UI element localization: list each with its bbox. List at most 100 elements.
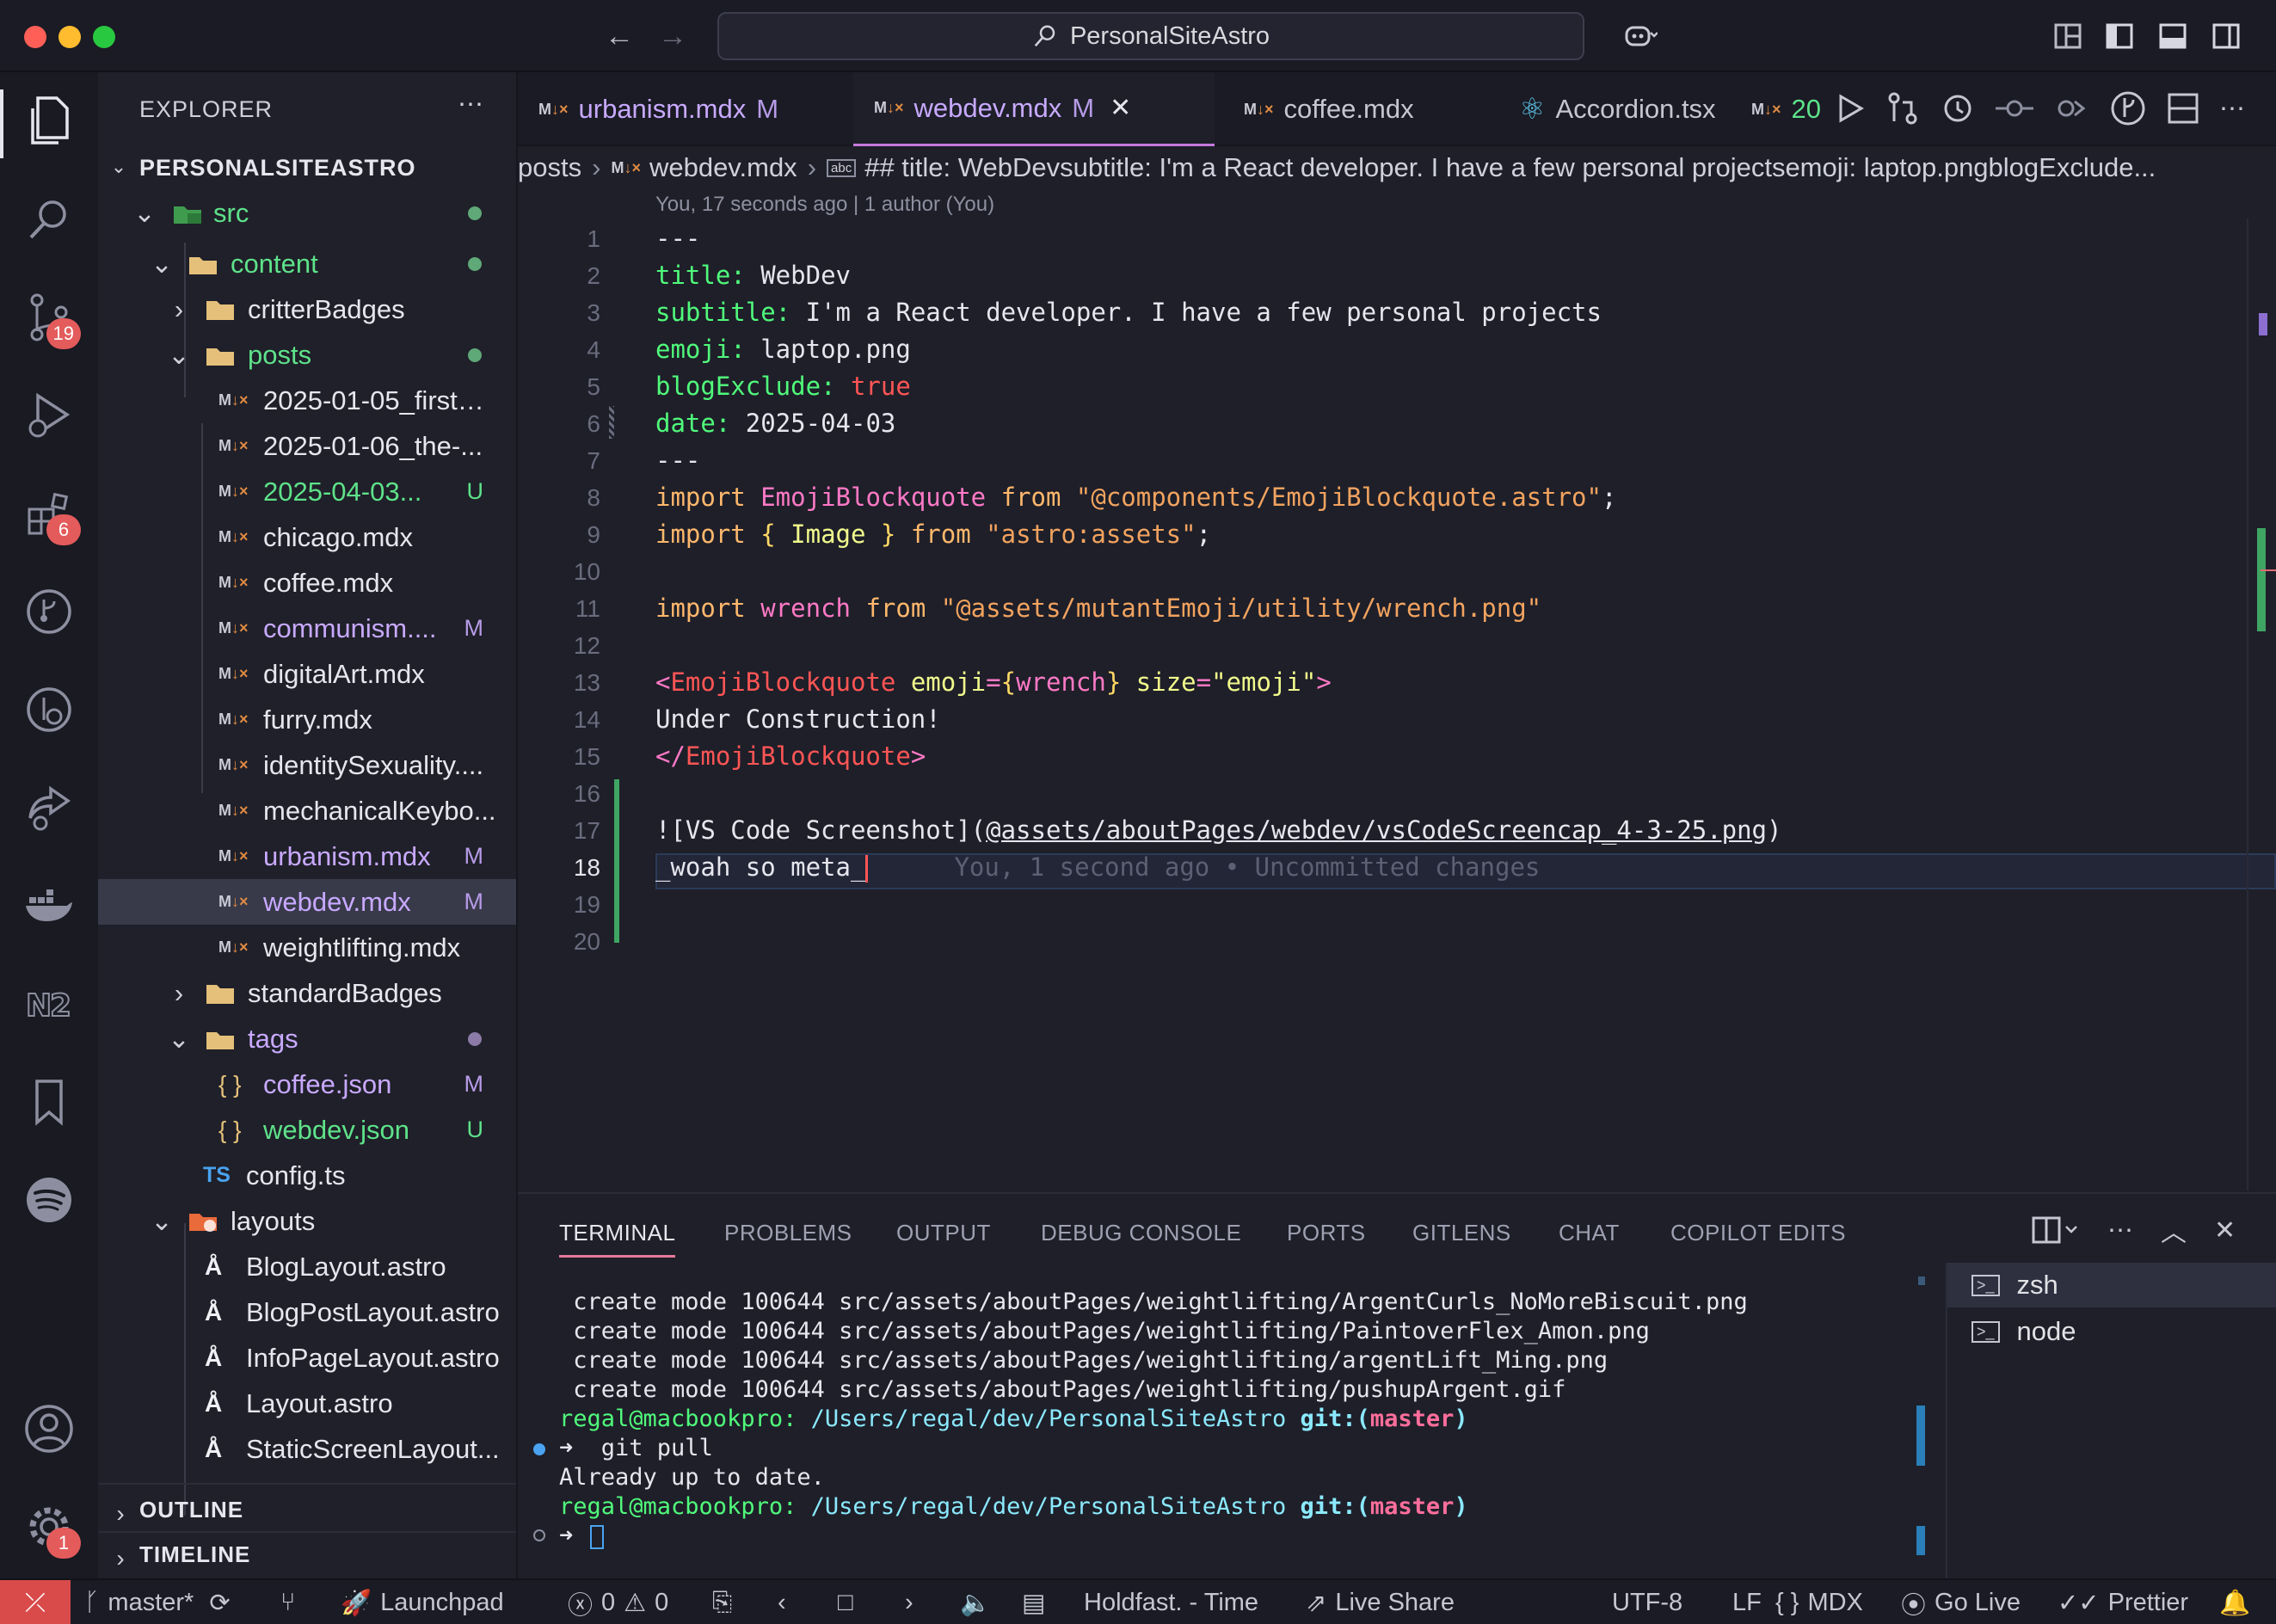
back-arrow-icon[interactable]: ← (602, 19, 637, 53)
toggle-secondary-sidebar-icon[interactable] (2209, 19, 2243, 53)
forward-arrow-icon[interactable]: → (655, 19, 690, 53)
go-live-status[interactable]: ⦿ Go Live (1901, 1580, 2021, 1624)
live-share-status[interactable]: ⇗ Live Share (1306, 1580, 1455, 1624)
tree-file-webdev-json[interactable]: { } webdev.json U (98, 1107, 516, 1153)
bookmarks-icon[interactable] (21, 1073, 77, 1130)
problems-status[interactable]: ⓧ 0 ⚠ 0 (568, 1580, 668, 1624)
nx-console-icon[interactable]: N2 (21, 975, 77, 1032)
tab-problems[interactable]: PROBLEMS (724, 1220, 852, 1246)
tree-file-identitysexuality[interactable]: M↓× identitySexuality.... (98, 742, 516, 788)
close-panel-icon[interactable]: ✕ (2214, 1215, 2236, 1246)
timeline-section[interactable]: TIMELINE (139, 1541, 250, 1568)
tab-webdev[interactable]: M↓× webdev.mdx M ✕ (853, 72, 1215, 146)
search-icon[interactable] (21, 191, 77, 248)
close-tab-icon[interactable]: ✕ (1110, 93, 1131, 123)
encoding-status[interactable]: UTF-8 (1612, 1580, 1682, 1624)
tree-file-weightlifting[interactable]: M↓× weightlifting.mdx (98, 925, 516, 970)
tree-file-bloglayout[interactable]: Å BlogLayout.astro (98, 1244, 516, 1289)
outline-section[interactable]: OUTLINE (139, 1497, 243, 1523)
tree-file-layout[interactable]: Å Layout.astro (98, 1381, 516, 1426)
file-history-icon[interactable] (1939, 91, 1977, 126)
tree-file-communism[interactable]: M↓× communism.... M (98, 606, 516, 651)
split-editor-icon[interactable] (2166, 91, 2200, 126)
previous-track-icon[interactable]: ‹ (778, 1580, 786, 1624)
run-icon[interactable] (1832, 91, 1867, 126)
tree-file-blogpostlayout[interactable]: Å BlogPostLayout.astro (98, 1289, 516, 1335)
more-actions-icon[interactable]: ⋯ (458, 89, 483, 120)
terminal-item-node[interactable]: >_ node (1947, 1309, 2276, 1354)
language-status[interactable]: { } MDX (1775, 1580, 1863, 1624)
chevron-right-icon[interactable]: › (112, 1545, 129, 1572)
launchpad-status[interactable]: 🚀 Launchpad (341, 1580, 504, 1624)
toggle-primary-sidebar-icon[interactable] (2102, 19, 2137, 53)
previous-change-icon[interactable] (1996, 91, 2033, 126)
code-editor[interactable]: 1 2 3 4 5 6 7 8 9 10 11 12 13 14 15 16 1… (518, 218, 2276, 1190)
tree-file-digitalart[interactable]: M↓× digitalArt.mdx (98, 651, 516, 697)
project-header[interactable]: PERSONALSITEASTRO (139, 155, 416, 181)
tree-file-staticscreenlayout[interactable]: Å StaticScreenLayout... (98, 1426, 516, 1472)
toggle-panel-icon[interactable] (2156, 19, 2190, 53)
run-debug-icon[interactable] (21, 387, 77, 444)
source-control-icon[interactable]: 19 (21, 289, 81, 349)
tree-file-first-post[interactable]: M↓× 2025-01-05_first-... (98, 378, 516, 423)
tree-folder-tags[interactable]: ⌄ tags (98, 1016, 516, 1061)
close-window-button[interactable] (24, 26, 46, 48)
tree-folder-src[interactable]: ⌄ src (98, 190, 516, 236)
lyrics-icon[interactable]: ▤ (1022, 1580, 1045, 1624)
tab-output[interactable]: OUTPUT (896, 1220, 991, 1246)
notifications-bell-icon[interactable]: 🔔 (2219, 1580, 2250, 1624)
more-actions-icon[interactable]: ⋯ (2219, 94, 2245, 124)
sync-icon[interactable]: ⟳ (209, 1588, 230, 1618)
git-graph-status-icon[interactable]: ⑂ (280, 1580, 295, 1624)
chevron-down-icon[interactable]: ⌄ (110, 156, 127, 177)
tree-folder-layouts[interactable]: ⌄ layouts (98, 1198, 516, 1244)
explorer-icon[interactable] (21, 93, 77, 150)
now-playing-status[interactable]: Holdfast. - Time (1084, 1580, 1258, 1624)
split-terminal-icon[interactable] (2032, 1215, 2080, 1246)
tree-file-mechanicalkeyboards[interactable]: M↓× mechanicalKeybo... (98, 788, 516, 834)
tab-truncated[interactable]: M↓× 20 (1731, 72, 1842, 146)
editor-scrollbar[interactable] (2247, 218, 2276, 1190)
tree-file-chicago[interactable]: M↓× chicago.mdx (98, 514, 516, 560)
terminal-item-zsh[interactable]: >_ zsh (1947, 1263, 2276, 1307)
settings-gear-icon[interactable]: 1 (21, 1498, 81, 1559)
blame-header[interactable]: You, 17 seconds ago | 1 author (You) (655, 193, 994, 217)
chevron-right-icon[interactable]: › (112, 1500, 129, 1527)
breadcrumb-file[interactable]: webdev.mdx (649, 152, 797, 183)
tree-file-coffee[interactable]: M↓× coffee.mdx (98, 560, 516, 606)
tab-ports[interactable]: PORTS (1287, 1220, 1366, 1246)
terminal-input-line[interactable]: ➜ (559, 1522, 605, 1549)
tree-folder-critterbadges[interactable]: › critterBadges (98, 286, 516, 332)
stop-icon[interactable]: □ (838, 1580, 853, 1624)
gitlens-inspect-icon[interactable] (21, 681, 77, 738)
more-actions-icon[interactable]: ⋯ (2107, 1215, 2133, 1246)
copilot-icon[interactable] (1610, 19, 1670, 53)
minimize-window-button[interactable] (58, 26, 81, 48)
next-change-icon[interactable] (2052, 91, 2090, 126)
accounts-icon[interactable] (21, 1400, 77, 1457)
extensions-icon[interactable]: 6 (21, 485, 81, 545)
breadcrumb-symbol[interactable]: ## title: WebDevsubtitle: I'm a React de… (864, 152, 2156, 183)
open-changes-icon[interactable] (1885, 91, 1920, 126)
terminal-scrollbar[interactable] (1916, 1276, 1925, 1569)
remote-indicator-icon[interactable]: ⤫ (0, 1580, 71, 1624)
maximize-window-button[interactable] (93, 26, 115, 48)
eol-status[interactable]: LF (1732, 1580, 1762, 1624)
gitlens-icon[interactable] (2109, 89, 2147, 127)
tree-file-urbanism[interactable]: M↓× urbanism.mdx M (98, 834, 516, 879)
tree-file-webdev[interactable]: M↓× webdev.mdx M (98, 879, 516, 925)
git-graph-icon[interactable] (21, 583, 77, 640)
spotify-icon[interactable] (21, 1172, 77, 1228)
tab-gitlens[interactable]: GITLENS (1412, 1220, 1511, 1246)
tree-file-furry[interactable]: M↓× furry.mdx (98, 697, 516, 742)
command-center-search[interactable]: PersonalSiteAstro (717, 12, 1584, 60)
tree-file-config-ts[interactable]: TS config.ts (98, 1153, 516, 1198)
tree-file-coffee-json[interactable]: { } coffee.json M (98, 1061, 516, 1107)
tree-file-the-post[interactable]: M↓× 2025-01-06_the-... (98, 423, 516, 469)
volume-icon[interactable]: 🔈 (960, 1580, 991, 1624)
tree-file-infopagelayout[interactable]: Å InfoPageLayout.astro (98, 1335, 516, 1381)
breadcrumb-folder[interactable]: posts (518, 152, 581, 183)
tree-folder-posts[interactable]: ⌄ posts (98, 332, 516, 378)
tab-terminal[interactable]: TERMINAL (559, 1220, 676, 1258)
tab-accordion[interactable]: ⚛ Accordion.tsx (1436, 72, 1772, 146)
